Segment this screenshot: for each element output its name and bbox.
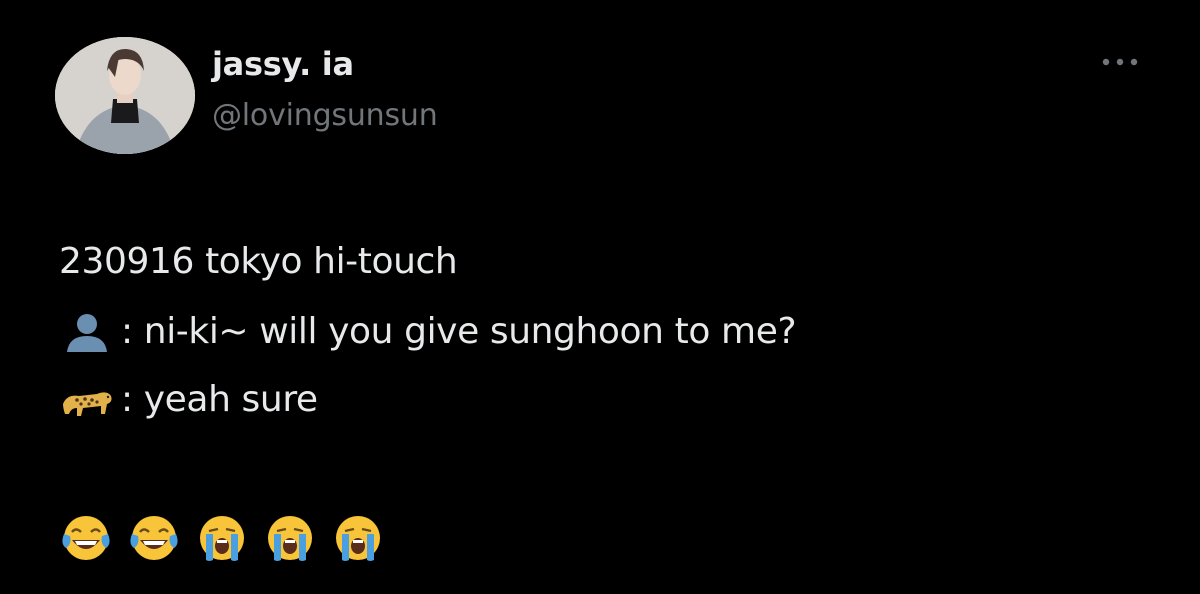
more-horizontal-icon — [1102, 58, 1138, 66]
user-handle[interactable]: @lovingsunsun — [212, 96, 438, 136]
tweet-text-line-1: 230916 tokyo hi-touch — [59, 241, 458, 282]
face-with-tears-of-joy-icon — [58, 510, 114, 566]
loudly-crying-face-icon — [262, 510, 318, 566]
more-options-button[interactable] — [1094, 48, 1146, 76]
tweet-card: jassy. ia @lovingsunsun 230916 tokyo hi-… — [0, 0, 1200, 594]
tweet-text-line-2-text: : ni-ki~ will you give sunghoon to me? — [121, 311, 797, 352]
tweet-text-line-3-text: : yeah sure — [121, 379, 318, 420]
emoji-row — [58, 510, 386, 566]
avatar[interactable] — [55, 37, 195, 154]
loudly-crying-face-icon — [330, 510, 386, 566]
leopard-emoji-icon — [59, 378, 115, 422]
loudly-crying-face-icon — [194, 510, 250, 566]
display-name[interactable]: jassy. ia — [212, 44, 354, 84]
face-with-tears-of-joy-icon — [126, 510, 182, 566]
tweet-text-line-2: : ni-ki~ will you give sunghoon to me? — [59, 310, 797, 354]
tweet-text-line-3: : yeah sure — [59, 378, 318, 422]
bust-in-silhouette-emoji-icon — [59, 310, 115, 354]
